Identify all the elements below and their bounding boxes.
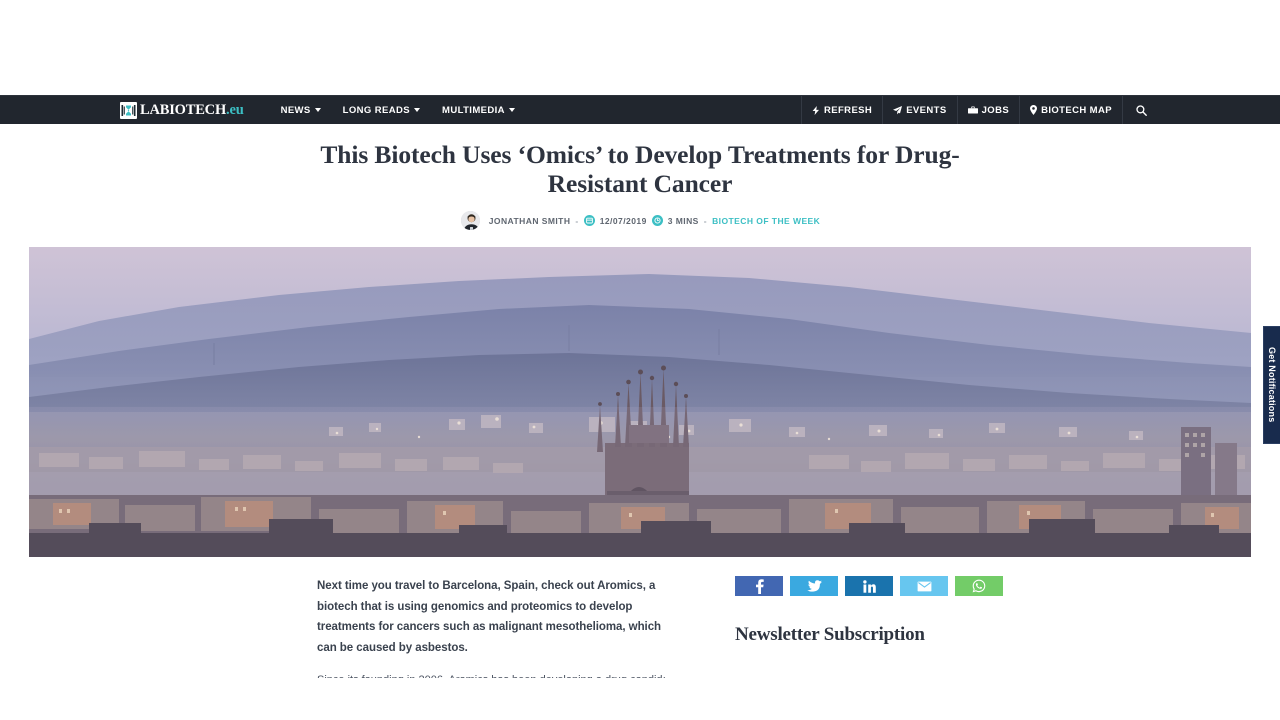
hero-image-container (29, 247, 1251, 558)
read-time: 3 MINS (667, 215, 699, 226)
get-notifications-tab[interactable]: Get Notifications (1263, 326, 1280, 444)
navbar-primary-menu: NEWS LONG READS MULTIMEDIA (270, 105, 526, 116)
nav-label: BIOTECH MAP (1041, 104, 1112, 116)
article-byline: JONATHAN SMITH - 12/07/2019 3 MINS - BIO… (120, 210, 1160, 232)
nav-label: EVENTS (906, 104, 947, 116)
facebook-icon (755, 578, 764, 594)
chevron-down-icon (414, 108, 421, 112)
article-body-column: Next time you travel to Barcelona, Spain… (120, 576, 665, 678)
nav-label: NEWS (280, 104, 311, 116)
site-navbar: LABIOTECH.eu NEWS LONG READS MULTIMEDIA … (0, 95, 1280, 124)
byline-separator-2: - (703, 215, 708, 226)
share-twitter-button[interactable] (790, 576, 838, 597)
social-share-bar (735, 576, 1160, 597)
share-email-button[interactable] (900, 576, 948, 597)
nav-item-long-reads[interactable]: LONG READS (332, 105, 431, 116)
nav-item-news[interactable]: NEWS (270, 105, 332, 116)
labiotech-logo-icon (120, 101, 137, 119)
newsletter-subscription-title: Newsletter Subscription (735, 624, 925, 646)
bolt-icon (812, 105, 820, 115)
page-title: This Biotech Uses ‘Omics’ to Develop Tre… (320, 140, 960, 198)
author-name[interactable]: JONATHAN SMITH (489, 216, 571, 226)
chevron-down-icon (314, 108, 321, 112)
next-paragraph-clipped: Since its founding in 2006, Aromics has … (317, 672, 665, 678)
site-logo[interactable]: LABIOTECH.eu (120, 101, 244, 119)
article-category-link[interactable]: BIOTECH OF THE WEEK (712, 216, 820, 226)
search-button[interactable] (1122, 96, 1160, 124)
nav-label: JOBS (981, 104, 1010, 116)
avatar (459, 210, 481, 232)
paper-plane-icon (893, 105, 903, 115)
navbar-secondary-menu: REFRESH EVENTS JOBS BIOTECH MAP (800, 96, 1160, 124)
nav-item-multimedia[interactable]: MULTIMEDIA (431, 105, 526, 116)
twitter-icon (806, 579, 822, 592)
logo-text: LABIOTECH.eu (140, 101, 244, 118)
envelope-icon (917, 581, 931, 591)
nav-item-events[interactable]: EVENTS (882, 96, 956, 124)
clock-icon (651, 215, 663, 227)
get-notifications-label: Get Notifications (1267, 347, 1277, 423)
share-linkedin-button[interactable] (845, 576, 893, 597)
share-whatsapp-button[interactable] (955, 576, 1003, 597)
briefcase-icon (967, 106, 978, 114)
content-columns: Next time you travel to Barcelona, Spain… (120, 557, 1160, 678)
search-icon (1136, 104, 1147, 116)
publish-date: 12/07/2019 (599, 215, 647, 226)
whatsapp-icon (972, 579, 986, 593)
calendar-icon (583, 215, 595, 227)
nav-item-refresh[interactable]: REFRESH (800, 96, 882, 124)
byline-separator-1: - (575, 215, 579, 226)
page-top-whitespace (0, 0, 1280, 95)
barcelona-skyline-sagrada-familia-image (29, 247, 1251, 558)
navbar-inner: LABIOTECH.eu NEWS LONG READS MULTIMEDIA … (120, 96, 1160, 124)
article-header: This Biotech Uses ‘Omics’ to Develop Tre… (120, 124, 1160, 232)
nav-label: MULTIMEDIA (442, 104, 505, 116)
share-facebook-button[interactable] (735, 576, 783, 597)
nav-label: LONG READS (342, 104, 411, 116)
nav-item-biotech-map[interactable]: BIOTECH MAP (1019, 96, 1122, 124)
linkedin-icon (862, 579, 876, 593)
chevron-down-icon (508, 108, 515, 112)
sidebar-column: Newsletter Subscription (665, 576, 1160, 678)
nav-label: REFRESH (823, 104, 873, 116)
lead-paragraph: Next time you travel to Barcelona, Spain… (317, 580, 662, 654)
nav-item-jobs[interactable]: JOBS (956, 96, 1019, 124)
map-pin-icon (1030, 105, 1038, 115)
next-paragraph-text: Since its founding in 2006, Aromics has … (317, 672, 665, 678)
